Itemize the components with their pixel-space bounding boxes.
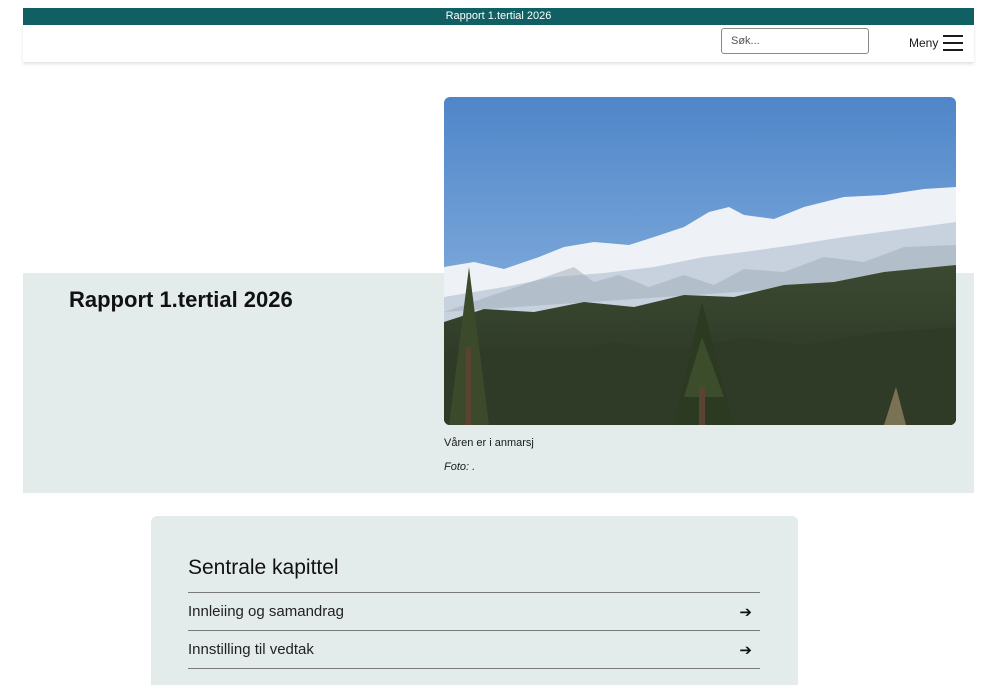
menu-button[interactable]: Meny xyxy=(909,31,964,55)
top-banner-title: Rapport 1.tertial 2026 xyxy=(445,10,552,22)
chapter-link-label: Innleiing og samandrag xyxy=(188,603,344,620)
chapter-list: Innleiing og samandrag ➔ Innstilling til… xyxy=(188,592,760,669)
image-credit: Foto: . xyxy=(444,461,476,473)
key-chapters-heading: Sentrale kapittel xyxy=(188,556,339,579)
hamburger-icon xyxy=(943,35,964,51)
site-header: Meny xyxy=(23,25,974,62)
chapter-link-recommendation[interactable]: Innstilling til vedtak ➔ xyxy=(188,631,760,669)
key-chapters-panel: Sentrale kapittel Innleiing og samandrag… xyxy=(151,516,798,685)
chapter-link-label: Innstilling til vedtak xyxy=(188,641,314,658)
page-title: Rapport 1.tertial 2026 xyxy=(69,287,293,312)
search-input[interactable] xyxy=(721,28,869,54)
arrow-right-icon: ➔ xyxy=(739,641,752,659)
chapter-link-introduction[interactable]: Innleiing og samandrag ➔ xyxy=(188,593,760,631)
arrow-right-icon: ➔ xyxy=(739,603,752,621)
hero-image-mountain-landscape xyxy=(444,97,956,425)
top-banner: Rapport 1.tertial 2026 xyxy=(23,8,974,25)
menu-label: Meny xyxy=(909,36,939,50)
image-caption: Våren er i anmarsj xyxy=(444,437,534,449)
